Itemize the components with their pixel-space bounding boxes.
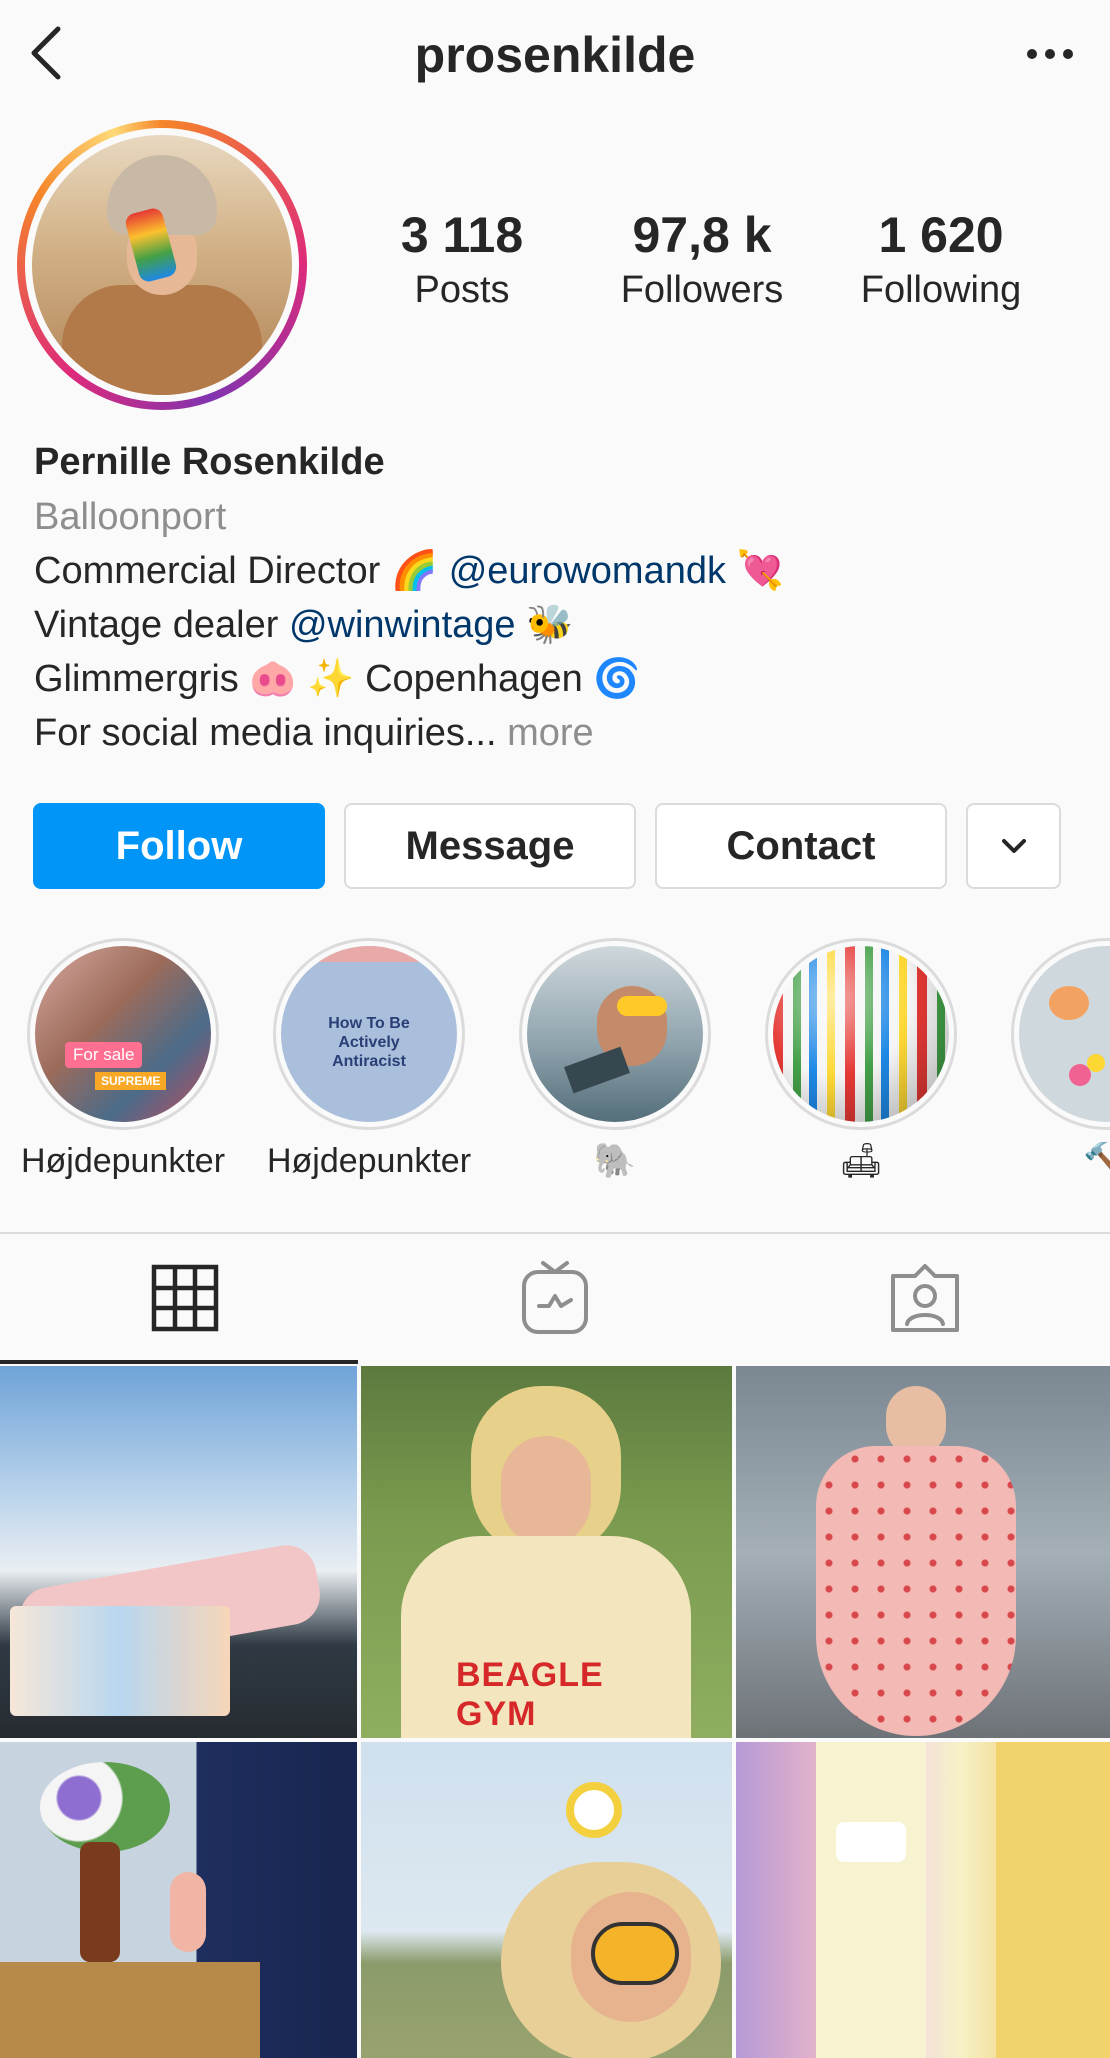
- highlight-label: 🛋: [839, 1142, 883, 1180]
- following-count: 1 620: [878, 207, 1004, 263]
- highlight-item[interactable]: 🔨: [993, 938, 1110, 1186]
- contact-button[interactable]: Contact: [655, 803, 947, 889]
- post-thumbnail[interactable]: [736, 1366, 1110, 1738]
- display-name: Pernille Rosenkilde: [34, 441, 385, 483]
- following-label: Following: [860, 269, 1022, 311]
- more-options-button[interactable]: [1020, 24, 1080, 84]
- highlight-item[interactable]: For sale SUPREME Højdepunkter: [9, 938, 237, 1186]
- highlight-cover: For sale SUPREME: [35, 946, 211, 1122]
- suggested-dropdown-button[interactable]: [966, 803, 1061, 889]
- tab-igtv[interactable]: [370, 1234, 740, 1362]
- highlight-cover: How To Be Actively Antiracist: [281, 946, 457, 1122]
- post-thumbnail[interactable]: BEAGLE GYM: [361, 1366, 732, 1738]
- chevron-down-icon: [1001, 839, 1026, 853]
- post-thumbnail[interactable]: [0, 1742, 357, 2058]
- post-thumbnail[interactable]: [0, 1366, 357, 1738]
- following-stat[interactable]: 1 620 Following: [838, 205, 1044, 315]
- highlight-item[interactable]: How To Be Actively Antiracist Højdepunkt…: [255, 938, 483, 1186]
- highlight-cover: [773, 946, 949, 1122]
- post-thumbnail[interactable]: [361, 1742, 732, 2058]
- profile-username: prosenkilde: [414, 27, 696, 83]
- igtv-icon: [522, 1261, 588, 1334]
- post-thumbnail[interactable]: [736, 1742, 1110, 2058]
- highlight-cover: [527, 946, 703, 1122]
- highlight-label: 🔨: [1083, 1142, 1110, 1180]
- profile-bio: Pernille Rosenkilde Balloonport Commerci…: [34, 434, 1074, 760]
- highlight-item[interactable]: 🐘: [501, 938, 729, 1186]
- posts-count: 3 118: [400, 207, 524, 263]
- highlight-cover: [1019, 946, 1110, 1122]
- follow-button[interactable]: Follow: [33, 803, 325, 889]
- tagged-icon: [891, 1264, 959, 1332]
- bio-line-4: For social media inquiries... more: [34, 712, 594, 754]
- profile-category: Balloonport: [34, 496, 227, 538]
- bio-line-3: Glimmergris 🐽 ✨ Copenhagen 🌀: [34, 658, 641, 700]
- posts-stat[interactable]: 3 118 Posts: [372, 205, 552, 315]
- bio-line-2: Vintage dealer @winwintage 🐝: [34, 604, 574, 646]
- followers-label: Followers: [620, 269, 784, 311]
- mention-link[interactable]: @winwintage: [289, 604, 516, 646]
- mention-link[interactable]: @eurowomandk: [449, 550, 726, 592]
- ellipsis-icon: [1027, 49, 1073, 59]
- highlight-label: Højdepunkter: [20, 1142, 226, 1180]
- active-tab-indicator: [0, 1360, 358, 1364]
- bio-more-link[interactable]: more: [507, 712, 594, 754]
- bio-line-1: Commercial Director 🌈 @eurowomandk 💘: [34, 550, 784, 592]
- highlight-label: Højdepunkter: [266, 1142, 472, 1180]
- tab-posts-grid[interactable]: [0, 1234, 370, 1362]
- highlight-label: 🐘: [593, 1142, 637, 1180]
- posts-label: Posts: [414, 269, 510, 311]
- followers-stat[interactable]: 97,8 k Followers: [592, 205, 812, 315]
- followers-count: 97,8 k: [632, 207, 772, 263]
- profile-avatar[interactable]: [17, 120, 307, 410]
- tab-tagged[interactable]: [740, 1234, 1110, 1362]
- highlight-item[interactable]: 🛋: [747, 938, 975, 1186]
- message-button[interactable]: Message: [344, 803, 636, 889]
- grid-icon: [151, 1264, 219, 1332]
- avatar-photo: [32, 135, 292, 395]
